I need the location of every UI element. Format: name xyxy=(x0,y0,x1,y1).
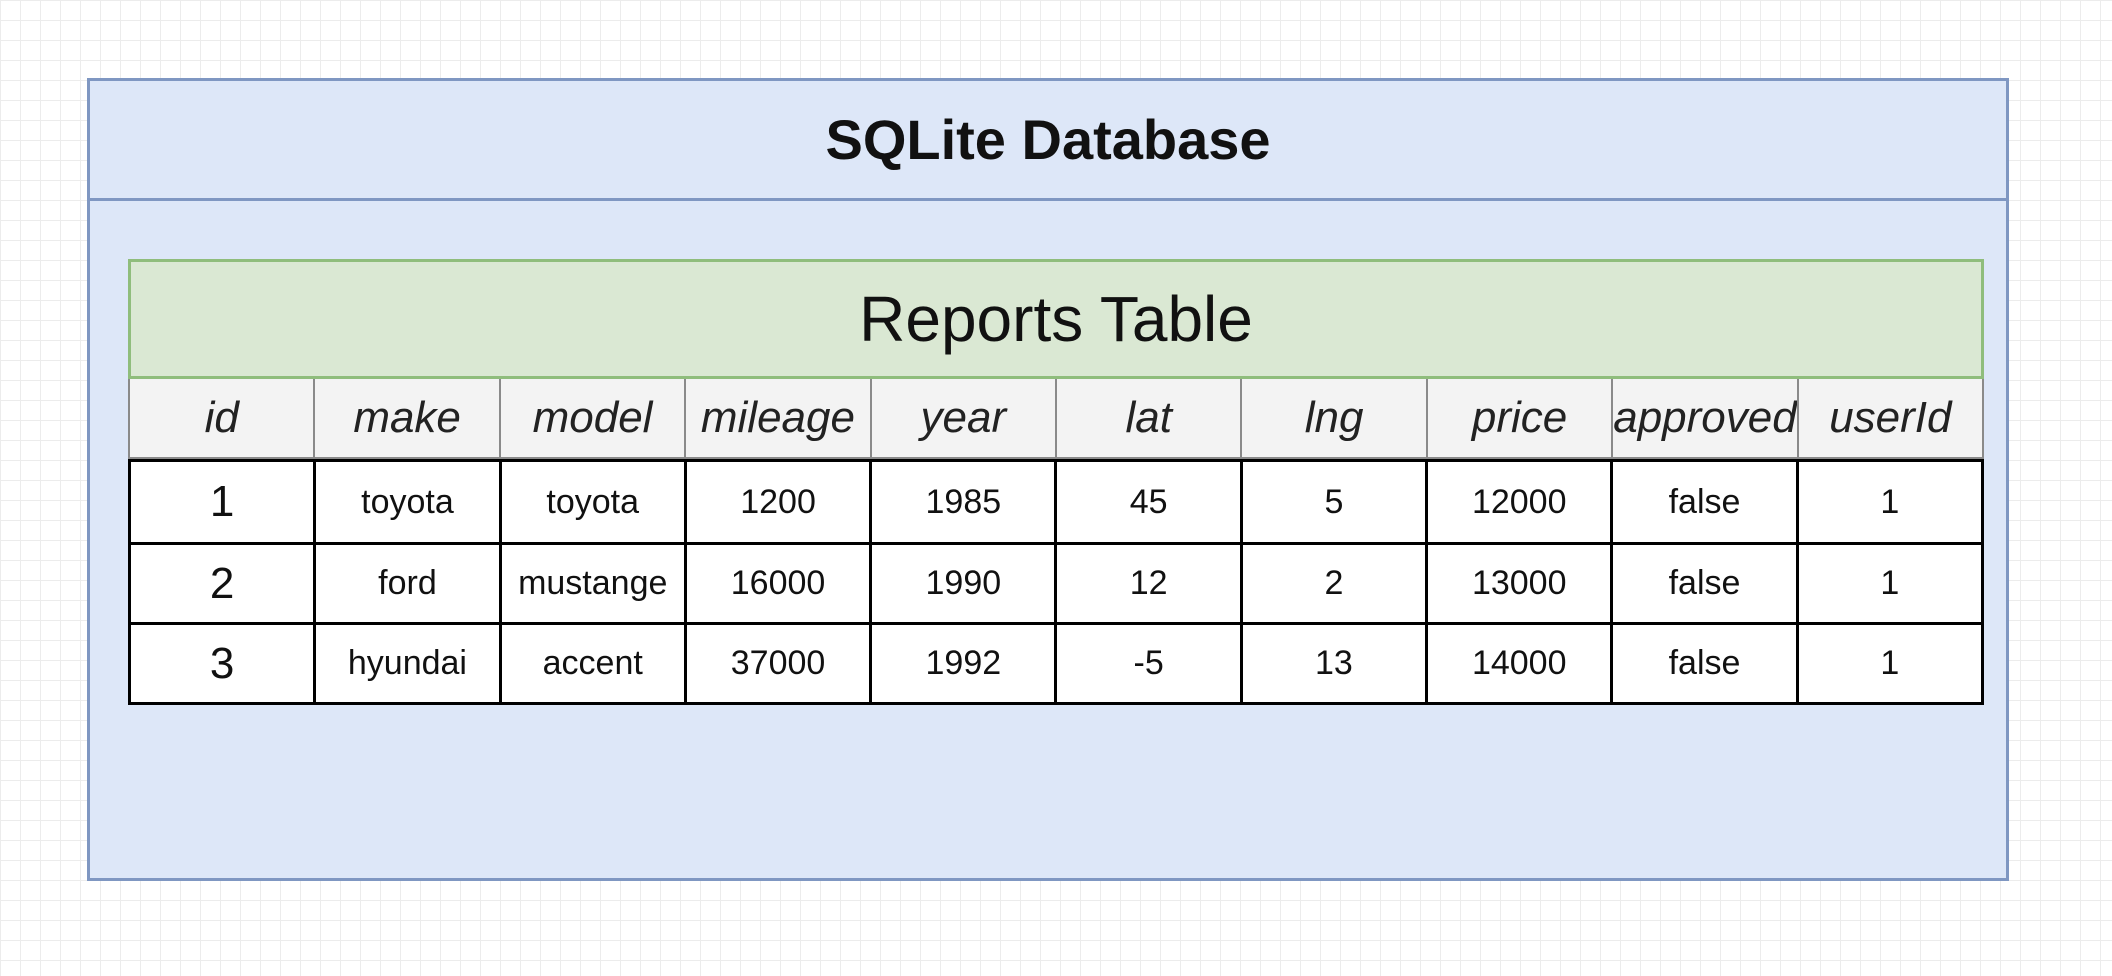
cell-userid: 1 xyxy=(1795,462,1981,542)
cell-year: 1985 xyxy=(869,462,1054,542)
column-header-make: make xyxy=(315,379,501,459)
column-header-approved: approved xyxy=(1613,379,1799,459)
cell-id: 2 xyxy=(209,558,235,608)
cell-approved: false xyxy=(1610,625,1795,702)
cell-mileage: 1200 xyxy=(683,462,869,542)
table-row: 2 ford mustange 16000 1990 12 2 13000 fa… xyxy=(131,542,1981,622)
table-row: 1 toyota toyota 1200 1985 45 5 12000 fal… xyxy=(131,462,1981,542)
table-row: 3 hyundai accent 37000 1992 -5 13 14000 … xyxy=(131,622,1981,702)
cell-userid: 1 xyxy=(1795,625,1981,702)
column-header-userid: userId xyxy=(1798,379,1985,459)
cell-approved: false xyxy=(1610,462,1795,542)
cell-model: accent xyxy=(498,625,684,702)
cell-make: ford xyxy=(313,545,498,622)
cell-lng: 2 xyxy=(1239,545,1425,622)
cell-lat: 45 xyxy=(1054,462,1239,542)
cell-year: 1992 xyxy=(869,625,1054,702)
reports-table: Reports Table id make model mileage year… xyxy=(128,259,1985,705)
column-header-row: id make model mileage year lat lng price… xyxy=(128,379,1985,459)
column-header-mileage: mileage xyxy=(686,379,872,459)
column-header-year: year xyxy=(871,379,1058,459)
cell-make: toyota xyxy=(313,462,498,542)
cell-lat: 12 xyxy=(1054,545,1239,622)
cell-make: hyundai xyxy=(313,625,498,702)
cell-price: 14000 xyxy=(1425,625,1610,702)
cell-price: 13000 xyxy=(1425,545,1610,622)
cell-mileage: 37000 xyxy=(683,625,869,702)
column-header-id: id xyxy=(130,379,316,459)
cell-model: toyota xyxy=(498,462,684,542)
sqlite-database-container: SQLite Database Reports Table id make mo… xyxy=(87,78,2009,881)
cell-mileage: 16000 xyxy=(683,545,869,622)
column-header-model: model xyxy=(500,379,687,459)
cell-userid: 1 xyxy=(1795,545,1981,622)
table-title: Reports Table xyxy=(128,259,1984,379)
cell-lng: 5 xyxy=(1239,462,1425,542)
cell-id: 1 xyxy=(209,477,235,526)
cell-year: 1990 xyxy=(869,545,1054,622)
column-header-price: price xyxy=(1427,379,1614,459)
cell-approved: false xyxy=(1610,545,1795,622)
table-body: 1 toyota toyota 1200 1985 45 5 12000 fal… xyxy=(128,459,1984,705)
database-title: SQLite Database xyxy=(90,81,2006,201)
cell-model: mustange xyxy=(498,545,684,622)
column-header-lng: lng xyxy=(1242,379,1428,459)
cell-id: 3 xyxy=(209,638,235,688)
column-header-lat: lat xyxy=(1057,379,1243,459)
cell-price: 12000 xyxy=(1425,462,1610,542)
cell-lng: 13 xyxy=(1239,625,1425,702)
cell-lat: -5 xyxy=(1054,625,1239,702)
